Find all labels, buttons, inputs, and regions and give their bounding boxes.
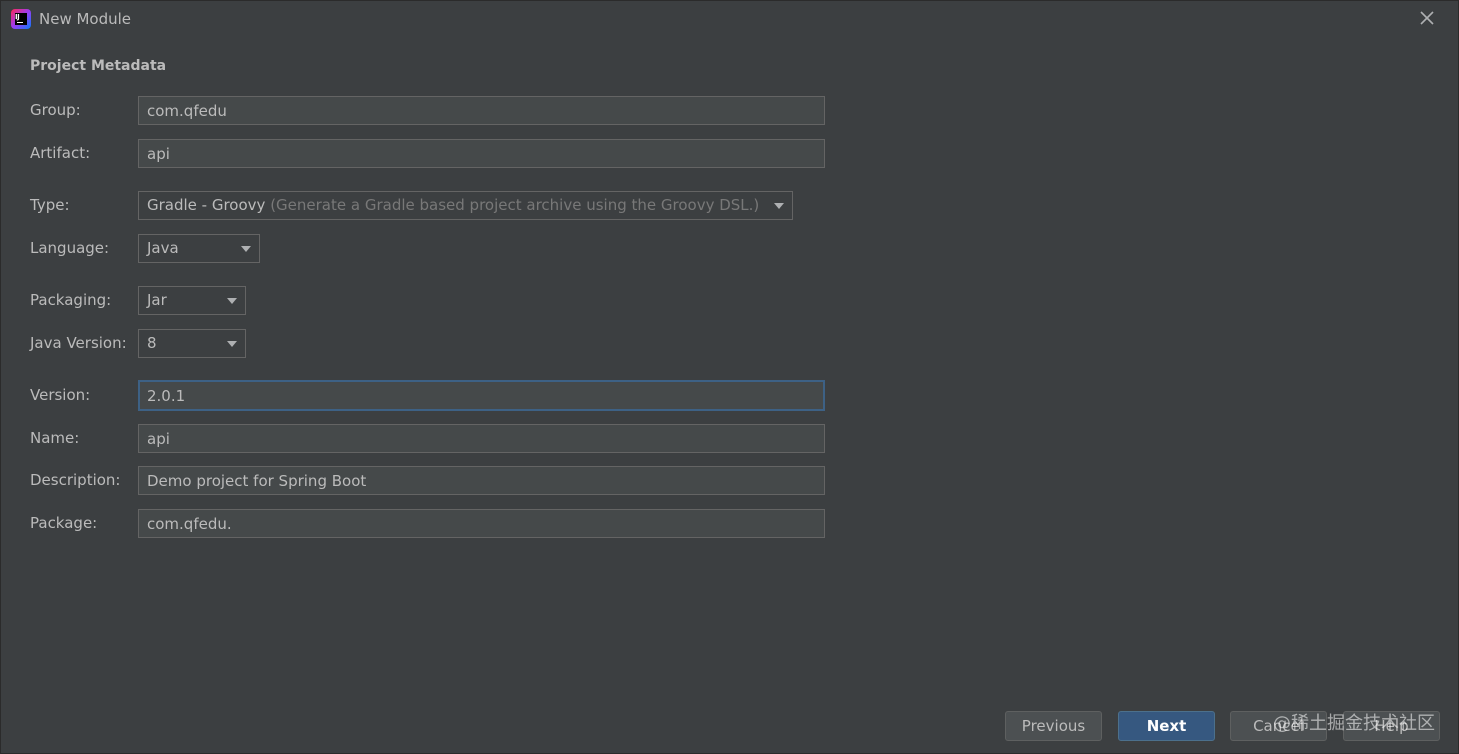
language-dropdown[interactable]: Java <box>138 234 260 263</box>
watermark: @稀土掘金技术社区 <box>1273 713 1435 734</box>
type-label: Type: <box>30 196 70 214</box>
type-hint: (Generate a Gradle based project archive… <box>270 196 760 214</box>
chevron-down-icon <box>774 203 784 209</box>
previous-button[interactable]: Previous <box>1005 711 1102 741</box>
name-label: Name: <box>30 429 80 447</box>
language-selected-value: Java <box>147 239 179 257</box>
java-version-selected-value: 8 <box>147 334 157 352</box>
package-input[interactable] <box>138 509 825 538</box>
artifact-label: Artifact: <box>30 144 91 162</box>
intellij-logo-icon: IJ <box>11 9 31 29</box>
group-label: Group: <box>30 101 81 119</box>
version-label: Version: <box>30 386 91 404</box>
close-icon[interactable] <box>1418 9 1436 27</box>
language-label: Language: <box>30 239 110 257</box>
version-input[interactable] <box>138 380 825 411</box>
package-label: Package: <box>30 514 98 532</box>
section-title: Project Metadata <box>30 58 167 74</box>
description-input[interactable] <box>138 466 825 495</box>
name-input[interactable] <box>138 424 825 453</box>
chevron-down-icon <box>241 246 251 252</box>
description-label: Description: <box>30 471 121 489</box>
type-selected-value: Gradle - Groovy <box>147 196 266 214</box>
chevron-down-icon <box>227 298 237 304</box>
artifact-input[interactable] <box>138 139 825 168</box>
group-input[interactable] <box>138 96 825 125</box>
type-dropdown[interactable]: Gradle - Groovy (Generate a Gradle based… <box>138 191 793 220</box>
logo-text: IJ <box>15 13 20 21</box>
java-version-label: Java Version: <box>30 334 127 352</box>
java-version-dropdown[interactable]: 8 <box>138 329 246 358</box>
title-bar: IJ New Module <box>1 1 1458 37</box>
window-title: New Module <box>39 10 132 28</box>
chevron-down-icon <box>227 341 237 347</box>
next-button[interactable]: Next <box>1118 711 1215 741</box>
new-module-dialog: IJ New Module Project Metadata Group: Ar… <box>0 0 1459 754</box>
packaging-selected-value: Jar <box>147 291 167 309</box>
packaging-dropdown[interactable]: Jar <box>138 286 246 315</box>
packaging-label: Packaging: <box>30 291 112 309</box>
